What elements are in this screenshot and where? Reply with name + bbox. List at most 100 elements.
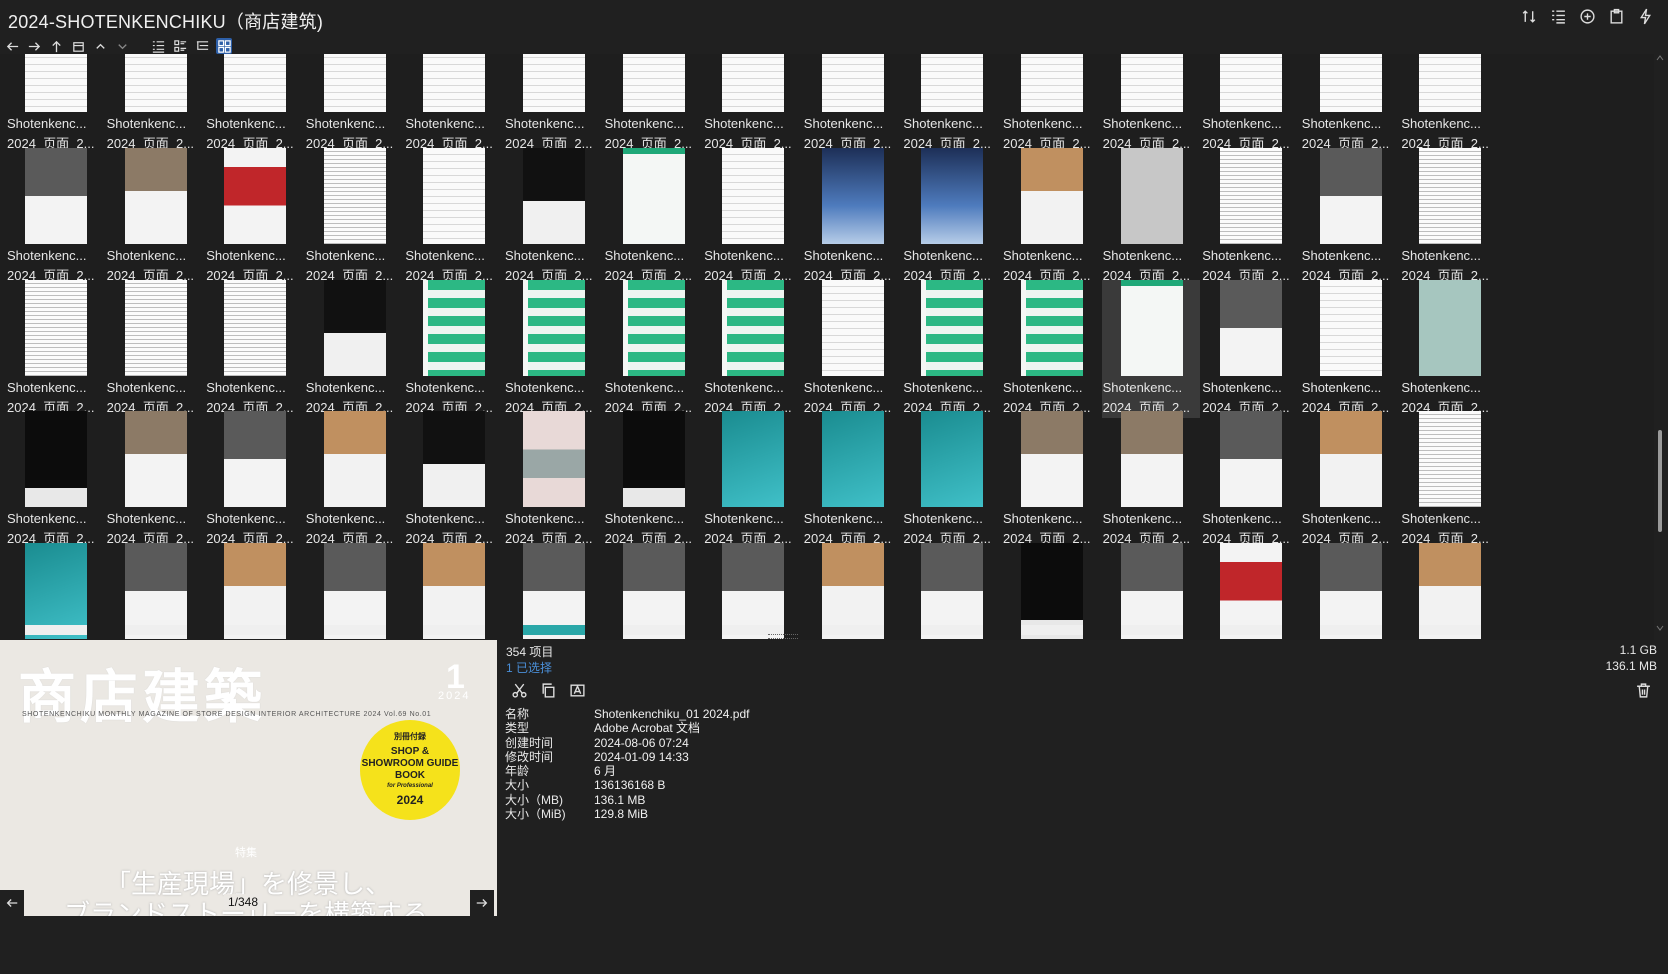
list-details-icon[interactable] [1550,8,1567,25]
bolt-icon[interactable] [1637,8,1654,25]
file-tile[interactable]: Shotenkenc...2024_页面_2... [1201,54,1299,154]
file-tile[interactable]: Shotenkenc...2024_页面_2... [1301,54,1399,154]
file-tile[interactable]: Shotenkenc...2024_页面_2... [803,411,901,549]
file-tile[interactable]: Shotenkenc...2024_页面_2... [504,147,602,286]
file-name-line-1: Shotenkenc... [1301,116,1382,131]
file-tile[interactable]: Shotenkenc...2024_页面_2... [205,411,303,549]
file-tile[interactable]: Shotenkenc...2024_页面_2... [305,279,403,418]
previous-page-button[interactable] [0,890,24,916]
copy-icon[interactable] [540,682,557,699]
file-tile[interactable]: Shotenkenc...2024_页面_2... [205,147,303,286]
grid-view-icon[interactable] [216,38,232,54]
file-tile[interactable]: Shotenkenc...2024_页面_2... [6,279,104,418]
file-grid[interactable]: Shotenkenc... 2024_页面_2... Shotenkenc... 20… [0,54,1654,678]
file-tile[interactable]: Shotenkenc...2024_页面_2... [604,279,702,418]
file-tile[interactable]: Shotenkenc...2024_页面_2... [1101,279,1200,418]
file-name-line-1: Shotenkenc... [704,247,784,263]
file-tile[interactable]: Shotenkenc...2024_页面_2... [1201,279,1299,418]
file-tile[interactable]: Shotenkenc...2024_页面_2... [703,411,801,549]
chevron-up-icon[interactable] [92,38,108,54]
file-tile[interactable]: Shotenkenc...2024_页面_2... [6,147,104,286]
file-tile[interactable]: Shotenkenc...2024_页面_2... [205,279,303,418]
file-tile[interactable]: Shotenkenc...2024_页面_2... [1301,279,1399,418]
file-tile[interactable]: Shotenkenc...2024_页面_2... [1400,147,1498,286]
scroll-up-icon[interactable] [1656,54,1664,62]
file-tile[interactable]: Shotenkenc...2024_页面_2... [902,147,1000,286]
file-tile[interactable]: Shotenkenc...2024_页面_2... [106,147,204,286]
file-tile[interactable]: Shotenkenc...2024_页面_2... [504,279,602,418]
file-tile[interactable]: Shotenkenc...2024_页面_2... [106,411,204,549]
file-tile[interactable]: Shotenkenc...2024_页面_2... [1201,147,1299,286]
file-tile[interactable]: Shotenkenc...2024_页面_2... [803,147,901,286]
chevron-down-icon[interactable] [114,38,130,54]
file-tile[interactable]: Shotenkenc...2024_页面_2... [305,147,403,286]
file-tile[interactable]: Shotenkenc...2024_页面_2... [404,279,502,418]
forward-arrow-icon[interactable] [26,38,42,54]
add-circle-icon[interactable] [1579,8,1596,25]
file-tile[interactable]: Shotenkenc...2024_页面_2... [902,411,1000,549]
file-tile[interactable]: Shotenkenc...2024_页面_2... [1002,147,1100,286]
file-tile[interactable]: Shotenkenc...2024_页面_2... [504,411,602,549]
file-tile[interactable]: Shotenkenc...2024_页面_2... [106,54,204,154]
file-tile[interactable]: Shotenkenc...2024_页面_2... [205,54,303,154]
file-name-line-1: Shotenkenc... [1202,511,1282,527]
sort-icon[interactable] [1521,8,1538,25]
cut-icon[interactable] [511,682,528,699]
file-tile[interactable]: Shotenkenc...2024_页面_2... [902,54,1000,154]
file-tile[interactable]: Shotenkenc...2024_页面_2... [1301,411,1399,549]
preview-pane: 商店建築 1 2024 SHOTENKENCHIKU MONTHLY MAGAZ… [0,640,497,916]
file-name-line-1: Shotenkenc... [704,511,784,527]
file-tile[interactable]: Shotenkenc...2024_页面_2... [504,54,602,154]
file-tile[interactable]: Shotenkenc...2024_页面_2... [106,279,204,418]
file-tile[interactable]: Shotenkenc...2024_页面_2... [703,279,801,418]
next-page-button[interactable] [470,890,494,916]
file-tile[interactable]: Shotenkenc...2024_页面_2... [902,279,1000,418]
page-thumbnail [1419,411,1482,508]
panel-splitter[interactable] [0,632,1668,640]
file-tile[interactable]: Shotenkenc...2024_页面_2... [1400,411,1498,549]
file-tile[interactable]: Shotenkenc...2024_页面_2... [803,279,901,418]
file-tile[interactable]: Shotenkenc...2024_页面_2... [604,411,702,549]
detail-view-icon[interactable] [172,38,188,54]
file-tile[interactable]: Shotenkenc...2024_页面_2... [1102,147,1200,286]
file-tile[interactable]: Shotenkenc...2024_页面_2... [1201,411,1299,549]
page-thumbnail [1021,411,1083,508]
file-tile[interactable]: Shotenkenc...2024_页面_2... [1002,411,1100,549]
file-tile[interactable]: Shotenkenc...2024_页面_2... [1002,279,1100,418]
file-tile[interactable]: Shotenkenc...2024_页面_2... [404,411,502,549]
file-tile[interactable]: Shotenkenc...2024_页面_2... [1400,54,1498,154]
file-tile[interactable]: Shotenkenc...2024_页面_2... [703,54,801,154]
tree-view-icon[interactable] [194,38,210,54]
file-name-line-1: Shotenkenc... [106,247,187,263]
file-tile[interactable]: Shotenkenc...2024_页面_2... [305,54,403,154]
up-arrow-icon[interactable] [48,38,64,54]
file-name-line-1: Shotenkenc... [604,247,685,263]
file-name-line-1: Shotenkenc... [903,247,983,263]
rename-icon[interactable] [569,682,586,699]
file-tile[interactable]: Shotenkenc...2024_页面_2... [1102,54,1200,154]
file-tile[interactable]: Shotenkenc...2024_页面_2... [604,147,702,286]
file-tile[interactable]: Shotenkenc...2024_页面_2... [1400,279,1498,418]
splitter-grip[interactable] [768,634,798,639]
file-tile[interactable]: Shotenkenc...2024_页面_2... [604,54,702,154]
file-tile[interactable]: Shotenkenc...2024_页面_2... [404,147,502,286]
file-tile[interactable]: Shotenkenc...2024_页面_2... [1102,411,1200,549]
scroll-down-icon[interactable] [1656,624,1664,632]
back-arrow-icon[interactable] [4,38,20,54]
property-key: 类型 [505,721,530,736]
delete-icon[interactable] [1635,682,1652,699]
selected-count[interactable]: 1 已选择 [506,659,552,676]
file-tile[interactable]: Shotenkenc...2024_页面_2... [703,147,801,286]
file-tile[interactable]: Shotenkenc...2024_页面_2... [305,411,403,549]
clipboard-icon[interactable] [1608,8,1625,25]
file-tile[interactable]: Shotenkenc...2024_页面_2... [6,411,104,549]
file-tile[interactable]: Shotenkenc...2024_页面_2... [6,54,104,154]
list-view-icon[interactable] [150,38,166,54]
file-tile[interactable]: Shotenkenc...2024_页面_2... [1002,54,1100,154]
file-tile[interactable]: Shotenkenc...2024_页面_2... [404,54,502,154]
file-tile[interactable]: Shotenkenc...2024_页面_2... [1301,147,1399,286]
file-tile[interactable]: Shotenkenc...2024_页面_2... [803,54,901,154]
scrollbar-thumb[interactable] [1658,430,1662,532]
vertical-scrollbar[interactable] [1654,54,1666,632]
window-icon[interactable] [70,38,86,54]
